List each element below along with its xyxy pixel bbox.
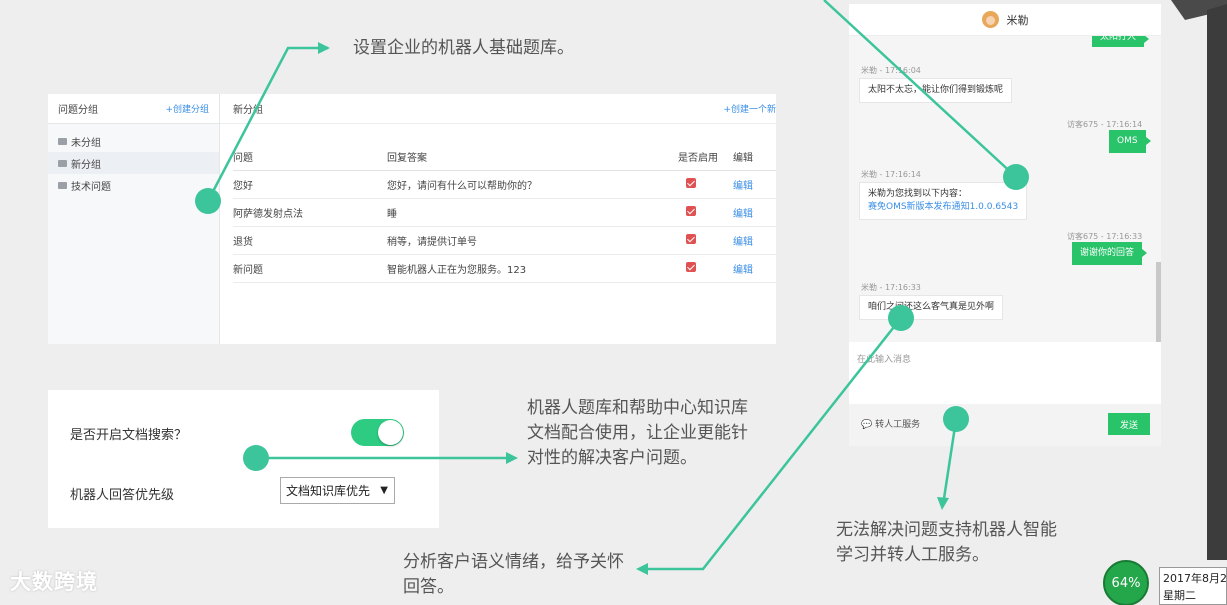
question-list-area: 新分组 +创建一个新 问题 回复答案 是否启用 编辑 您好 您好，请问有什么可以… bbox=[220, 94, 776, 344]
send-button[interactable]: 发送 bbox=[1108, 413, 1150, 435]
table-header-row: 问题 回复答案 是否启用 编辑 bbox=[233, 144, 776, 171]
table-row: 新问题 智能机器人正在为您服务。123 编辑 bbox=[233, 254, 776, 283]
desktop-corner-decoration bbox=[1171, 0, 1227, 560]
note-sentiment: 分析客户语义情绪，给予关怀回答。 bbox=[403, 552, 624, 597]
transfer-human-button[interactable]: 💬 转人工服务 bbox=[861, 417, 920, 430]
answer-cell: 智能机器人正在为您服务。123 bbox=[387, 254, 678, 283]
question-cell: 退货 bbox=[233, 226, 387, 255]
priority-select[interactable]: 文档知识库优先 ▼ bbox=[280, 477, 395, 504]
chat-bubble-icon: 💬 bbox=[861, 420, 873, 430]
note-knowledge-base: 机器人题库和帮助中心知识库文档配合使用，让企业更能针对性的解决客户问题。 bbox=[527, 398, 748, 468]
question-library-panel: 问题分组 +创建分组 未分组 新分组 技术问题 新分组 +创建一个新 问题 回复… bbox=[48, 94, 776, 344]
enabled-checkbox[interactable] bbox=[686, 261, 696, 272]
group-item-tech[interactable]: 技术问题 bbox=[48, 174, 219, 196]
agent-name: 米勒 bbox=[1006, 13, 1029, 27]
transfer-label: 转人工服务 bbox=[875, 420, 921, 430]
annotation-dot bbox=[888, 305, 914, 331]
doc-search-label: 是否开启文档搜索？ bbox=[70, 428, 188, 443]
message-meta: 米勒 - 17:16:33 bbox=[861, 283, 921, 292]
article-link[interactable]: 赛免OMS新版本发布通知1.0.0.6543 bbox=[868, 201, 1018, 214]
col-header-enabled: 是否启用 bbox=[678, 144, 733, 171]
current-group-title: 新分组 bbox=[233, 105, 263, 116]
chat-footer: 💬 转人工服务 发送 bbox=[849, 404, 1161, 446]
edit-link[interactable]: 编辑 bbox=[733, 254, 776, 283]
note-transfer-human: 无法解决问题支持机器人智能学习并转人工服务。 bbox=[836, 520, 1057, 565]
question-cell: 新问题 bbox=[233, 254, 387, 283]
performance-badge[interactable]: 64% bbox=[1103, 560, 1149, 605]
message-bubble-visitor: OMS bbox=[1109, 130, 1151, 153]
col-header-question: 问题 bbox=[233, 144, 387, 171]
question-list-header: 新分组 +创建一个新 bbox=[220, 94, 776, 124]
answer-cell: 睡 bbox=[387, 198, 678, 227]
edit-link[interactable]: 编辑 bbox=[733, 198, 776, 227]
folder-icon bbox=[58, 159, 67, 167]
date-widget: 2017年8月2 星期二 bbox=[1159, 567, 1227, 605]
chat-scrollbar[interactable] bbox=[1156, 262, 1161, 342]
message-bubble-agent: 咱们之间还这么客气真是见外啊 bbox=[859, 295, 1004, 320]
message-text: 米勒为您找到以下内容： bbox=[868, 189, 968, 199]
edit-link[interactable]: 编辑 bbox=[733, 226, 776, 255]
doc-search-toggle[interactable] bbox=[351, 419, 404, 446]
message-meta: 米勒 - 17:16:04 bbox=[861, 66, 921, 75]
question-table: 问题 回复答案 是否启用 编辑 您好 您好，请问有什么可以帮助你的？ 编辑 阿萨… bbox=[233, 144, 776, 283]
watermark-logo: 大数跨境 bbox=[10, 570, 98, 594]
group-item-ungrouped[interactable]: 未分组 bbox=[48, 130, 219, 152]
answer-cell: 稍等，请提供订单号 bbox=[387, 226, 678, 255]
priority-select-value: 文档知识库优先 bbox=[286, 484, 371, 498]
group-sidebar: 问题分组 +创建分组 未分组 新分组 技术问题 bbox=[48, 94, 220, 344]
message-meta: 米勒 - 17:16:14 bbox=[861, 170, 921, 179]
priority-label: 机器人回答优先级 bbox=[70, 488, 175, 503]
group-sidebar-title: 问题分组 bbox=[58, 105, 98, 116]
enabled-checkbox[interactable] bbox=[686, 233, 696, 244]
question-cell: 阿萨德发射点法 bbox=[233, 198, 387, 227]
folder-icon bbox=[58, 181, 67, 189]
message-meta: 访客675 - 17:16:14 bbox=[1067, 120, 1143, 129]
group-item-label: 未分组 bbox=[71, 137, 101, 149]
message-input[interactable]: 在此输入消息 bbox=[849, 342, 1161, 408]
edit-link[interactable]: 编辑 bbox=[733, 170, 776, 199]
date-text: 2017年8月2 bbox=[1163, 572, 1227, 585]
annotation-dot bbox=[195, 188, 221, 214]
message-bubble-visitor: 谢谢你的回答 bbox=[1072, 242, 1148, 265]
agent-avatar bbox=[981, 11, 999, 28]
enabled-checkbox[interactable] bbox=[686, 177, 696, 188]
toggle-knob bbox=[378, 420, 403, 445]
col-header-answer: 回复答案 bbox=[387, 144, 678, 171]
annotation-dot bbox=[243, 445, 269, 471]
create-question-link[interactable]: +创建一个新 bbox=[723, 102, 776, 115]
group-item-new-group[interactable]: 新分组 bbox=[48, 152, 219, 174]
annotation-dot bbox=[943, 406, 969, 432]
dropdown-arrow-icon: ▼ bbox=[380, 485, 388, 496]
message-bubble-agent: 米勒为您找到以下内容： 赛免OMS新版本发布通知1.0.0.6543 bbox=[859, 182, 1028, 220]
table-row: 退货 稍等，请提供订单号 编辑 bbox=[233, 226, 776, 255]
weekday-text: 星期二 bbox=[1163, 589, 1196, 602]
answer-cell: 您好，请问有什么可以帮助你的？ bbox=[387, 170, 678, 199]
message-input-placeholder: 在此输入消息 bbox=[857, 355, 912, 365]
message-stream[interactable]: 太阳打大 米勒 - 17:16:04 太阳不太忘，能让你们得到锻炼呢 访客675… bbox=[849, 36, 1161, 342]
note-question-library: 设置企业的机器人基础题库。 bbox=[353, 38, 574, 58]
group-item-label: 技术问题 bbox=[71, 181, 111, 193]
annotation-dot bbox=[1003, 164, 1029, 190]
col-header-edit: 编辑 bbox=[733, 144, 776, 171]
message-bubble-agent: 太阳不太忘，能让你们得到锻炼呢 bbox=[859, 78, 1013, 103]
chat-window: 米勒 太阳打大 米勒 - 17:16:04 太阳不太忘，能让你们得到锻炼呢 访客… bbox=[849, 4, 1161, 446]
chat-header: 米勒 bbox=[849, 4, 1161, 36]
folder-icon bbox=[58, 137, 67, 145]
group-item-label: 新分组 bbox=[71, 159, 101, 171]
enabled-checkbox[interactable] bbox=[686, 205, 696, 216]
table-row: 阿萨德发射点法 睡 编辑 bbox=[233, 198, 776, 227]
question-cell: 您好 bbox=[233, 170, 387, 199]
message-meta: 访客675 - 17:16:33 bbox=[1067, 232, 1143, 241]
table-row: 您好 您好，请问有什么可以帮助你的？ 编辑 bbox=[233, 170, 776, 199]
create-group-link[interactable]: +创建分组 bbox=[165, 102, 209, 115]
group-sidebar-header: 问题分组 +创建分组 bbox=[48, 94, 219, 124]
message-bubble-visitor: 太阳打大 bbox=[1092, 36, 1150, 47]
